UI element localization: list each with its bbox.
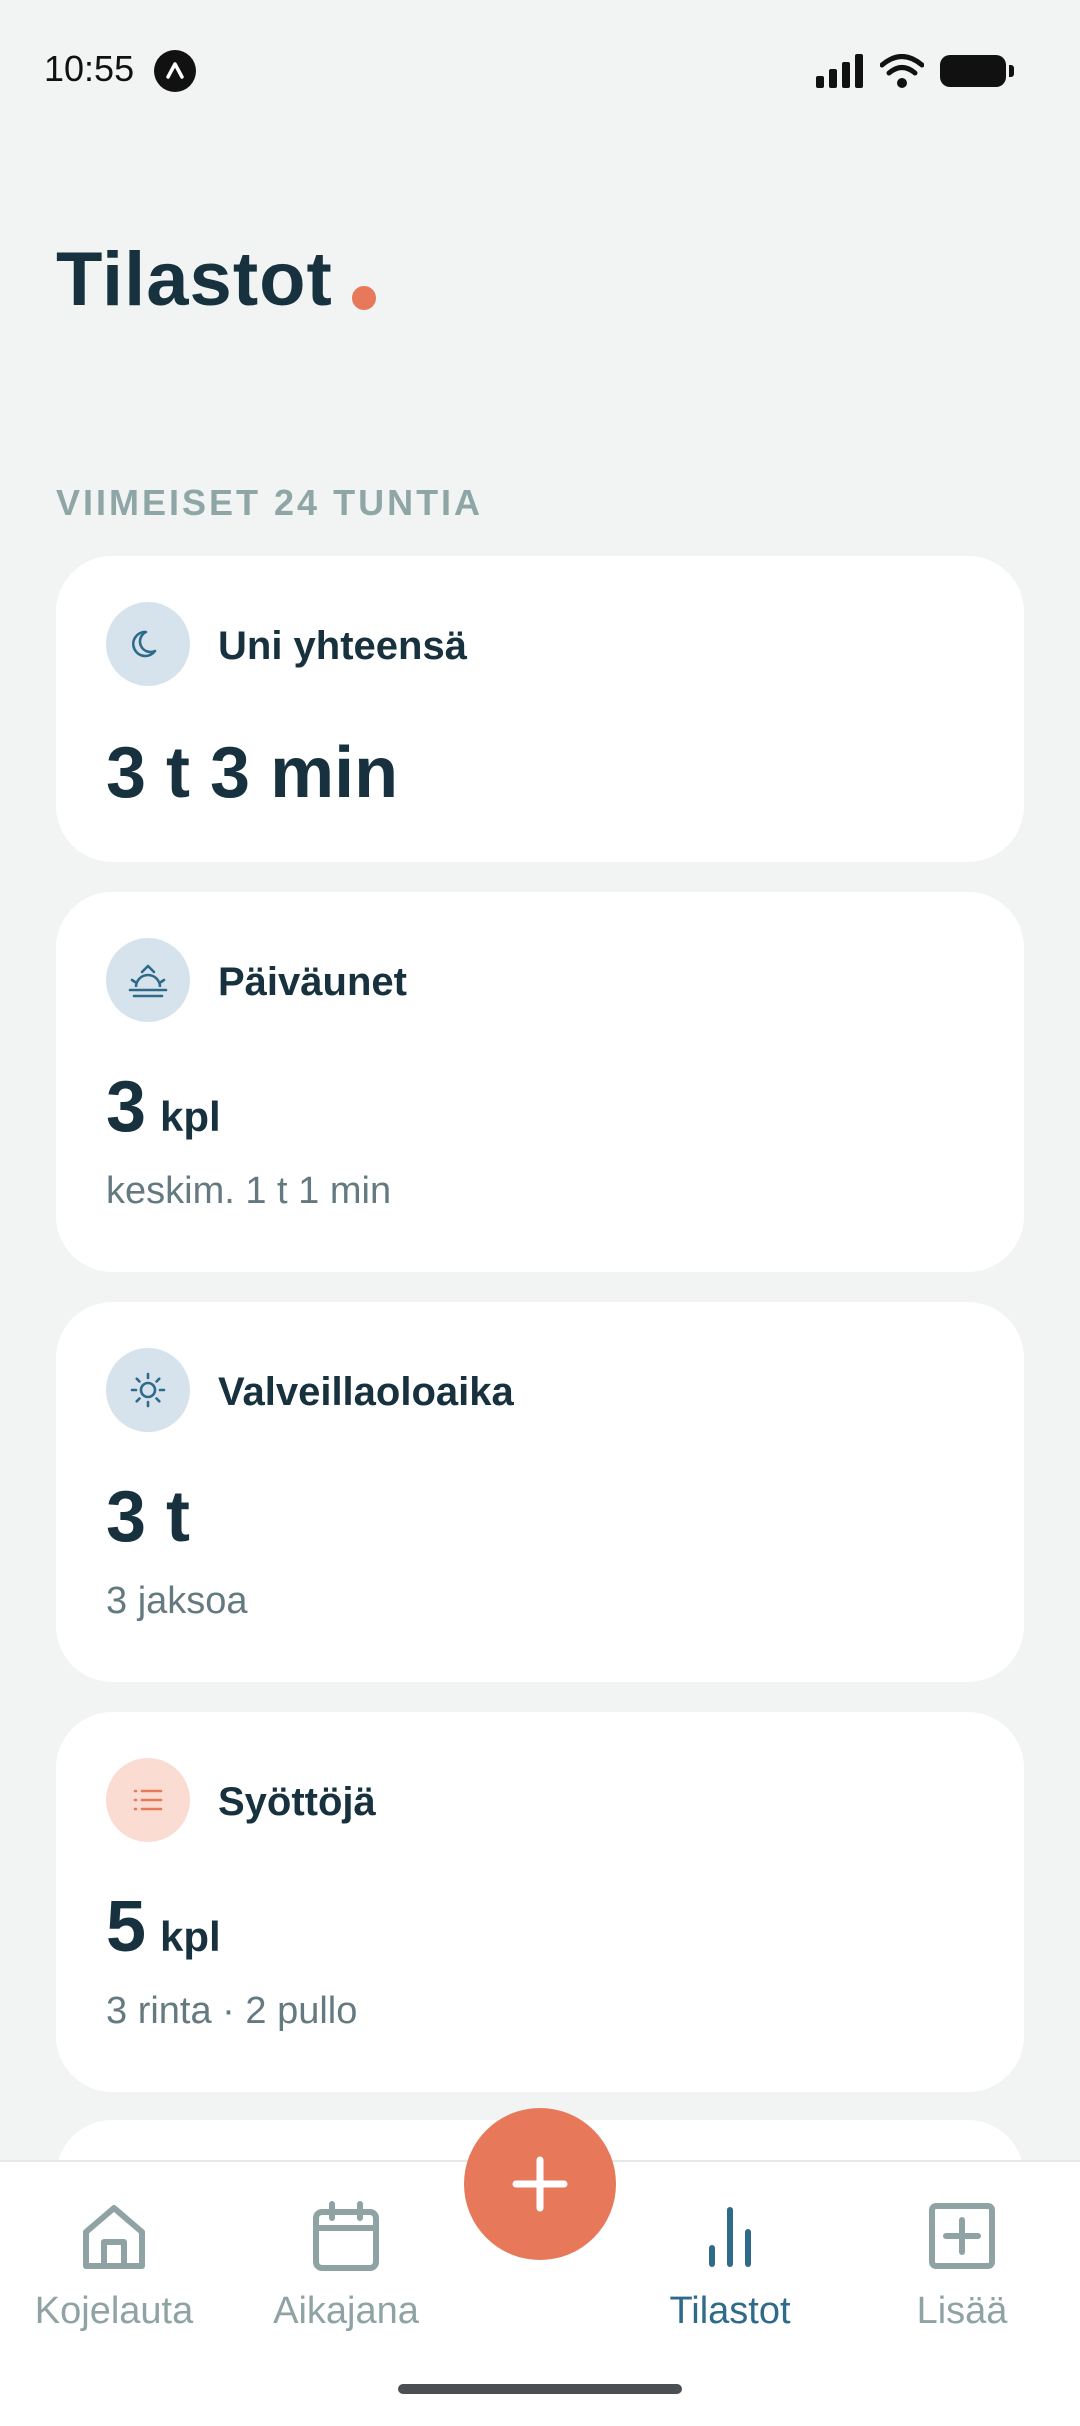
feedings-count: 5 (106, 1887, 147, 1967)
nav-label: Kojelauta (34, 2290, 194, 2332)
awake-time-value: 3 t (106, 1477, 191, 1557)
bar-chart-icon (709, 2207, 751, 2267)
naps-unit: kpl (160, 1093, 221, 1140)
app-notification-icon (154, 50, 196, 92)
battery-icon (940, 55, 1014, 87)
card-title: Valveillaoloaika (218, 1370, 514, 1414)
feedings-card[interactable]: Syöttöjä 5 kpl 3 rinta · 2 pullo (56, 1712, 1024, 2092)
naps-value-row: 3 kpl (106, 1066, 221, 1148)
naps-average: keskim. 1 t 1 min (106, 1170, 392, 1212)
sunrise-icon (106, 938, 190, 1022)
awake-periods: 3 jaksoa (106, 1580, 248, 1622)
nav-item-statistics[interactable]: Tilastot (630, 2196, 830, 2333)
nav-label: Tilastot (669, 2290, 791, 2332)
home-indicator[interactable] (398, 2384, 682, 2394)
total-sleep-card[interactable]: Uni yhteensä 3 t 3 min (56, 556, 1024, 862)
home-icon (83, 2205, 145, 2269)
feedings-value-row: 5 kpl (106, 1886, 221, 1968)
card-title: Syöttöjä (218, 1780, 376, 1824)
title-accent-dot (352, 286, 376, 310)
sun-icon (106, 1348, 190, 1432)
list-icon (106, 1758, 190, 1842)
nav-item-timeline[interactable]: Aikajana (246, 2196, 446, 2333)
calendar-icon (313, 2201, 379, 2271)
card-title: Uni yhteensä (218, 624, 467, 668)
naps-count: 3 (106, 1067, 147, 1147)
plus-square-icon (929, 2203, 995, 2269)
nav-label: Lisää (916, 2290, 1008, 2332)
nav-item-dashboard[interactable]: Kojelauta (14, 2196, 214, 2333)
status-bar: 10:55 (0, 0, 1080, 140)
plus-icon (512, 2156, 568, 2212)
add-entry-button[interactable] (464, 2108, 616, 2260)
section-label: VIIMEISET 24 TUNTIA (56, 482, 484, 523)
total-sleep-value: 3 t 3 min (106, 733, 399, 813)
card-title: Päiväunet (218, 960, 407, 1004)
feedings-breakdown: 3 rinta · 2 pullo (106, 1990, 358, 2032)
awake-time-card[interactable]: Valveillaoloaika 3 t 3 jaksoa (56, 1302, 1024, 1682)
status-time: 10:55 (44, 48, 135, 89)
feedings-unit: kpl (160, 1913, 221, 1960)
nav-label: Aikajana (273, 2290, 419, 2332)
page-title: Tilastot (56, 237, 333, 322)
signal-icon (816, 54, 863, 88)
moon-icon (106, 602, 190, 686)
naps-card[interactable]: Päiväunet 3 kpl keskim. 1 t 1 min (56, 892, 1024, 1272)
wifi-icon (880, 54, 924, 88)
nav-item-more[interactable]: Lisää (862, 2196, 1062, 2333)
